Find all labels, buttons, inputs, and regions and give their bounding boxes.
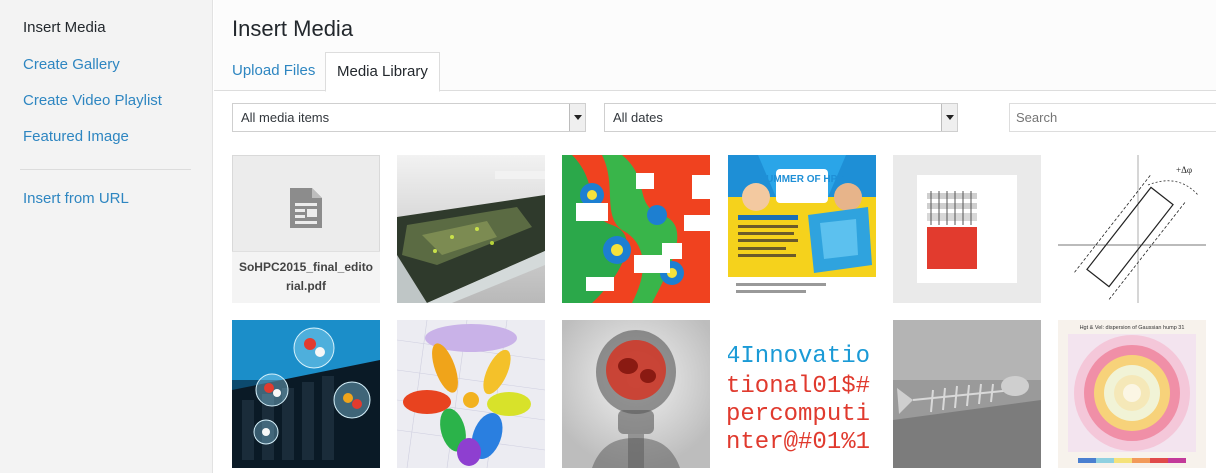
document-icon	[290, 188, 322, 228]
attachment-thumbnail[interactable]	[397, 320, 545, 468]
attachment-thumbnail[interactable]: Hgt & Vel: dispersion of Gaussian hump 3…	[1058, 320, 1206, 468]
search-input[interactable]	[1009, 103, 1216, 132]
attachment-thumbnail[interactable]	[562, 155, 710, 303]
attachment-thumbnail[interactable]: 4Innovatio tional01$# percomputi nter@#0…	[728, 320, 876, 468]
chevron-down-icon[interactable]	[941, 104, 957, 131]
fractal-image	[562, 155, 710, 303]
xray-skull-image	[562, 320, 710, 468]
attachment-file[interactable]: SoHPC2015_final_editorial.pdf	[232, 155, 380, 303]
attachment-thumbnail[interactable]	[397, 155, 545, 303]
typo-line-3: percomputi	[728, 401, 870, 428]
sidebar-item-insert-from-url[interactable]: Insert from URL	[23, 190, 129, 207]
media-type-filter[interactable]: All media items	[232, 103, 586, 132]
tab-upload-files[interactable]: Upload Files	[221, 52, 326, 92]
media-frame-header: Insert Media Upload Files Media Library	[214, 0, 1216, 92]
terrain-render-image	[397, 155, 545, 303]
media-frame-content: Insert Media Upload Files Media Library …	[214, 0, 1216, 473]
summer-of-hpc-poster-image: SUMMER OF HPC	[728, 155, 876, 303]
typo-line-4: nter@#01%1	[728, 429, 870, 456]
chevron-down-icon[interactable]	[569, 104, 585, 131]
geometry-diagram-image: +Δφ	[1058, 155, 1206, 303]
date-filter-value: All dates	[613, 110, 663, 125]
typo-line-1: 4Innovatio	[728, 343, 870, 370]
orbital-lobes-image	[397, 320, 545, 468]
typography-image: 4Innovatio tional01$# percomputi nter@#0…	[728, 320, 876, 468]
molecules-datacenter-image	[232, 320, 380, 468]
attachment-thumbnail[interactable]	[562, 320, 710, 468]
sidebar-separator	[20, 169, 191, 170]
poster-title: SUMMER OF HPC	[760, 174, 845, 185]
media-sidebar: Insert Media Create Gallery Create Video…	[0, 0, 213, 473]
tab-media-library[interactable]: Media Library	[325, 52, 440, 92]
angle-label: +Δφ	[1176, 165, 1192, 175]
fish-skeleton-image	[893, 320, 1041, 468]
typo-line-2: tional01$#	[728, 373, 870, 400]
date-filter[interactable]: All dates	[604, 103, 958, 132]
sidebar-item-featured-image[interactable]: Featured Image	[23, 128, 129, 145]
dispersion-plot-image: Hgt & Vel: dispersion of Gaussian hump 3…	[1058, 320, 1206, 468]
attachment-filename: SoHPC2015_final_editorial.pdf	[232, 251, 380, 303]
sidebar-item-create-video-playlist[interactable]: Create Video Playlist	[23, 92, 162, 109]
sidebar-item-insert-media[interactable]: Insert Media	[23, 19, 106, 36]
sidebar-item-create-gallery[interactable]: Create Gallery	[23, 56, 120, 73]
plot-title: Hgt & Vel: dispersion of Gaussian hump 3…	[1080, 325, 1185, 331]
attachment-thumbnail[interactable]	[232, 320, 380, 468]
page-title: Insert Media	[232, 16, 354, 41]
attachment-thumbnail[interactable]: +Δφ	[1058, 155, 1206, 303]
attachment-thumbnail[interactable]	[893, 155, 1041, 303]
attachment-thumbnail[interactable]	[893, 320, 1041, 468]
building-drawing-image	[893, 155, 1041, 303]
media-type-filter-value: All media items	[241, 110, 330, 125]
attachment-thumbnail[interactable]: SUMMER OF HPC	[728, 155, 876, 303]
